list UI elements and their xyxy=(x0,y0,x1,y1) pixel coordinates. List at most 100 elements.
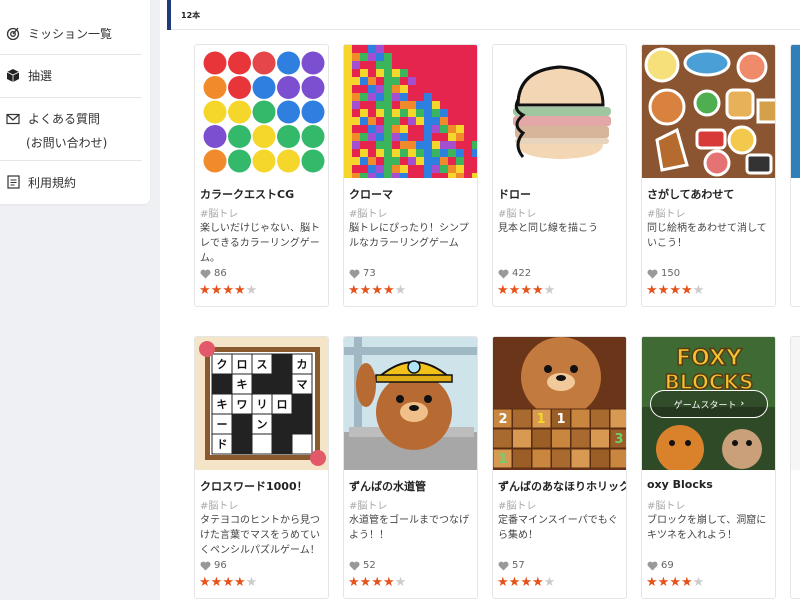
game-card[interactable]: 21113 ずんばのあなほりホリック #脳トレ 定番マインスイーパでもぐら集め！… xyxy=(492,336,627,599)
heart-icon xyxy=(200,269,211,278)
svg-text:2: 2 xyxy=(498,412,507,427)
star-filled-icon: ★ xyxy=(531,575,544,590)
game-card[interactable]: クローマ #脳トレ 脳トレにぴったり！シンプルなカラーリングゲーム 73 ★ ★ ★… xyxy=(343,44,478,307)
game-thumbnail: クロスカキマキワリローンド xyxy=(195,337,328,470)
star-rating: ★ ★ ★ ★ ★ xyxy=(497,284,555,297)
game-tag[interactable]: #脳トレ xyxy=(349,497,387,512)
sidebar-item-faq[interactable]: よくある質問 (お問い合わせ) xyxy=(0,98,142,158)
game-card[interactable]: カラークエストCG #脳トレ 楽しいだけじゃない、脳トレできるカラーリングゲーム… xyxy=(194,44,329,307)
like-count: 422 xyxy=(498,268,531,279)
star-filled-icon: ★ xyxy=(497,575,509,590)
game-description: タテヨコのヒントから見つけた言葉でマスをうめていくペンシルパズルゲーム！ xyxy=(200,515,320,556)
game-start-button[interactable]: ゲームスタート › xyxy=(650,390,768,418)
game-card-partial[interactable] xyxy=(790,336,800,599)
star-rating: ★ ★ ★ ★ ★ xyxy=(348,284,406,297)
game-card[interactable]: クロスカキマキワリローンド クロスワード1000！ #脳トレ タテヨコのヒントか… xyxy=(194,336,329,599)
game-description: 同じ絵柄をあわせて消していこう！ xyxy=(647,223,767,249)
sidebar-item-sublabel: (お問い合わせ) xyxy=(26,136,108,150)
crossword-char: リ xyxy=(257,398,268,411)
star-filled-icon: ★ xyxy=(359,575,372,590)
chevron-right-icon: › xyxy=(740,399,745,409)
star-filled-icon: ★ xyxy=(508,575,521,590)
star-filled-icon: ★ xyxy=(222,283,234,298)
crossword-char: ク xyxy=(217,358,228,371)
like-count: 52 xyxy=(349,560,376,571)
target-icon xyxy=(5,25,21,41)
game-description: 見本と同じ線を描こう xyxy=(498,223,598,234)
game-title: ドロー xyxy=(498,188,531,201)
game-thumbnail xyxy=(195,45,328,178)
crossword-char: ー xyxy=(217,418,228,431)
star-empty-icon: ★ xyxy=(543,575,556,590)
svg-text:1: 1 xyxy=(536,412,545,427)
game-card[interactable]: さがしてあわせて #脳トレ 同じ絵柄をあわせて消していこう！ 150 ★ ★ ★ ★ ★ xyxy=(641,44,776,307)
star-filled-icon: ★ xyxy=(531,283,544,298)
game-thumbnail xyxy=(344,45,477,178)
star-filled-icon: ★ xyxy=(371,283,383,298)
sidebar-item-label: 抽選 xyxy=(28,68,53,83)
game-description: ブロックを崩して、洞窟にキツネを入れよう！ xyxy=(647,515,767,541)
game-tag[interactable]: #脳トレ xyxy=(498,205,536,220)
crossword-char: ド xyxy=(217,438,228,451)
game-tag[interactable]: #脳トレ xyxy=(200,497,238,512)
sidebar-item-terms[interactable]: 利用規約 xyxy=(0,153,142,211)
heart-icon xyxy=(498,269,509,278)
heart-icon xyxy=(349,561,360,570)
star-filled-icon: ★ xyxy=(233,283,246,298)
game-card[interactable]: ずんばの水道管 #脳トレ 水道管をゴールまでつなげよう！！ 52 ★ ★ ★ ★ ★ xyxy=(343,336,478,599)
like-count: 96 xyxy=(200,560,227,571)
star-filled-icon: ★ xyxy=(520,575,532,590)
game-description: 定番マインスイーパでもぐら集め！ xyxy=(498,515,618,541)
star-filled-icon: ★ xyxy=(382,283,395,298)
game-tag[interactable]: #脳トレ xyxy=(647,497,685,512)
star-empty-icon: ★ xyxy=(394,283,407,298)
main-content: 12本 カラークエストCG #脳トレ 楽しいだけじゃない、脳トレできるカラーリン… xyxy=(160,0,800,600)
star-rating: ★ ★ ★ ★ ★ xyxy=(199,284,257,297)
crossword-char: マ xyxy=(297,378,308,391)
game-description: 楽しいだけじゃない、脳トレできるカラーリングゲーム。 xyxy=(200,223,320,264)
star-filled-icon: ★ xyxy=(657,575,670,590)
star-filled-icon: ★ xyxy=(359,283,372,298)
game-card-partial[interactable] xyxy=(790,44,800,307)
game-tag[interactable]: #脳トレ xyxy=(647,205,685,220)
star-filled-icon: ★ xyxy=(382,575,395,590)
crossword-char: キ xyxy=(217,398,228,411)
document-icon xyxy=(5,174,21,190)
game-tag[interactable]: #脳トレ xyxy=(200,205,238,220)
sidebar-item-lottery[interactable]: 抽選 xyxy=(0,46,142,104)
star-empty-icon: ★ xyxy=(245,283,258,298)
crossword-char: キ xyxy=(237,378,248,391)
star-rating: ★ ★ ★ ★ ★ xyxy=(646,576,704,589)
star-filled-icon: ★ xyxy=(233,575,246,590)
star-rating: ★ ★ ★ ★ ★ xyxy=(646,284,704,297)
game-thumbnail xyxy=(791,337,800,470)
game-card[interactable]: ドロー #脳トレ 見本と同じ線を描こう 422 ★ ★ ★ ★ ★ xyxy=(492,44,627,307)
svg-text:1: 1 xyxy=(556,412,565,427)
game-description: 脳トレにぴったり！シンプルなカラーリングゲーム xyxy=(349,223,469,249)
heart-icon xyxy=(200,561,211,570)
like-count: 69 xyxy=(647,560,674,571)
game-title: クローマ xyxy=(349,188,393,201)
game-card[interactable]: FOXY BLOCKS ゲームスタート › oxy Blocks #脳トレ ブロ… xyxy=(641,336,776,599)
heart-icon xyxy=(647,561,658,570)
game-thumbnail xyxy=(344,337,477,470)
star-filled-icon: ★ xyxy=(210,575,223,590)
category-header: 12本 xyxy=(167,0,800,30)
star-filled-icon: ★ xyxy=(199,575,211,590)
game-tag[interactable]: #脳トレ xyxy=(498,497,536,512)
star-empty-icon: ★ xyxy=(692,575,705,590)
game-thumbnail xyxy=(791,45,800,178)
game-description: 水道管をゴールまでつなげよう！！ xyxy=(349,515,469,541)
star-filled-icon: ★ xyxy=(646,283,658,298)
star-empty-icon: ★ xyxy=(692,283,705,298)
star-filled-icon: ★ xyxy=(497,283,509,298)
game-thumbnail: 21113 xyxy=(493,337,626,470)
star-filled-icon: ★ xyxy=(199,283,211,298)
game-tag[interactable]: #脳トレ xyxy=(349,205,387,220)
like-count: 57 xyxy=(498,560,525,571)
star-filled-icon: ★ xyxy=(222,575,234,590)
star-filled-icon: ★ xyxy=(669,283,681,298)
crossword-char: ン xyxy=(257,418,268,431)
star-filled-icon: ★ xyxy=(348,575,360,590)
game-title: さがしてあわせて xyxy=(647,188,735,201)
